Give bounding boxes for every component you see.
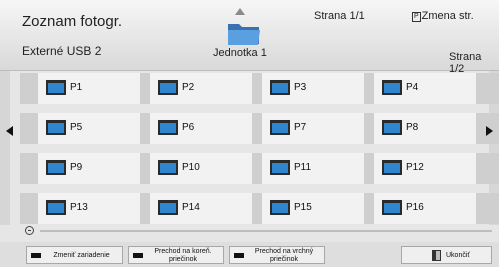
folder-label: P12 bbox=[406, 162, 424, 173]
scroll-icon bbox=[25, 226, 34, 235]
page-switch-label: Zmena str. bbox=[421, 10, 474, 22]
go-root-folder-label: Prechod na koreň. priečinok bbox=[154, 248, 212, 263]
page-title: Zoznam fotogr. bbox=[22, 13, 123, 30]
change-device-label: Zmeniť zariadenie bbox=[53, 252, 110, 259]
folder-label: P11 bbox=[294, 162, 312, 173]
folder-label: P2 bbox=[182, 82, 195, 93]
folder-item[interactable]: P14 bbox=[149, 193, 253, 224]
folder-item[interactable]: P3 bbox=[261, 73, 365, 104]
current-folder-icon bbox=[228, 24, 260, 45]
folder-item[interactable]: P13 bbox=[37, 193, 141, 224]
folder-icon bbox=[382, 80, 402, 95]
folder-icon bbox=[46, 120, 66, 135]
folder-icon bbox=[46, 80, 66, 95]
key-icon bbox=[234, 253, 244, 258]
folder-item[interactable]: P12 bbox=[373, 153, 477, 184]
folder-icon bbox=[382, 160, 402, 175]
go-root-folder-button[interactable]: Prechod na koreň. priečinok bbox=[128, 246, 224, 264]
folder-label: P8 bbox=[406, 122, 419, 133]
folder-icon bbox=[46, 200, 66, 215]
folder-icon bbox=[158, 80, 178, 95]
folder-icon bbox=[270, 200, 290, 215]
folder-item[interactable]: P10 bbox=[149, 153, 253, 184]
folder-label: P3 bbox=[294, 82, 307, 93]
exit-button[interactable]: Ukončiť bbox=[401, 246, 492, 264]
folder-icon bbox=[270, 160, 290, 175]
folder-item[interactable]: P2 bbox=[149, 73, 253, 104]
folder-item[interactable]: P11 bbox=[261, 153, 365, 184]
folder-icon bbox=[382, 200, 402, 215]
change-device-button[interactable]: Zmeniť zariadenie bbox=[26, 246, 123, 264]
scrollbar[interactable] bbox=[40, 230, 492, 232]
header-bar: Zoznam fotogr. Externé USB 2 Strana 1/1 … bbox=[0, 0, 499, 75]
folder-label: P16 bbox=[406, 202, 424, 213]
exit-label: Ukončiť bbox=[446, 252, 471, 259]
page-key-icon: P bbox=[412, 12, 421, 22]
folder-item[interactable]: P1 bbox=[37, 73, 141, 104]
folder-label: P10 bbox=[182, 162, 200, 173]
folder-icon bbox=[270, 80, 290, 95]
folder-item[interactable]: P9 bbox=[37, 153, 141, 184]
exit-icon bbox=[432, 250, 441, 261]
folder-item[interactable]: P5 bbox=[37, 113, 141, 144]
page-indicator-top: Strana 1/1 bbox=[314, 10, 365, 22]
folder-label: P1 bbox=[70, 82, 83, 93]
folder-icon bbox=[158, 120, 178, 135]
folder-label: P4 bbox=[406, 82, 419, 93]
folder-label: P6 bbox=[182, 122, 195, 133]
current-folder-name: Jednotka 1 bbox=[213, 47, 267, 59]
folder-label: P14 bbox=[182, 202, 200, 213]
key-icon bbox=[31, 253, 41, 258]
folder-item[interactable]: P6 bbox=[149, 113, 253, 144]
folder-label: P15 bbox=[294, 202, 312, 213]
left-edge bbox=[0, 71, 10, 225]
folder-item[interactable]: P8 bbox=[373, 113, 477, 144]
folder-item[interactable]: P7 bbox=[261, 113, 365, 144]
go-up-folder-label: Prechod na vrchný priečinok bbox=[254, 248, 314, 263]
folder-label: P9 bbox=[70, 162, 83, 173]
device-name: Externé USB 2 bbox=[22, 44, 102, 58]
folder-item[interactable]: P15 bbox=[261, 193, 365, 224]
up-arrow-icon[interactable] bbox=[235, 8, 245, 15]
photo-list-screen: Zoznam fotogr. Externé USB 2 Strana 1/1 … bbox=[0, 0, 499, 267]
next-page-arrow-icon[interactable] bbox=[486, 126, 493, 136]
folder-icon bbox=[158, 160, 178, 175]
folder-icon bbox=[158, 200, 178, 215]
folder-icon bbox=[382, 120, 402, 135]
folder-label: P7 bbox=[294, 122, 307, 133]
folder-label: P5 bbox=[70, 122, 83, 133]
folder-label: P13 bbox=[70, 202, 88, 213]
folder-icon bbox=[46, 160, 66, 175]
folder-item[interactable]: P16 bbox=[373, 193, 477, 224]
page-switch-hint: P Zmena str. bbox=[412, 10, 474, 22]
folder-item[interactable]: P4 bbox=[373, 73, 477, 104]
key-icon bbox=[133, 253, 143, 258]
prev-page-arrow-icon[interactable] bbox=[6, 126, 13, 136]
go-up-folder-button[interactable]: Prechod na vrchný priečinok bbox=[229, 246, 325, 264]
folder-icon bbox=[270, 120, 290, 135]
